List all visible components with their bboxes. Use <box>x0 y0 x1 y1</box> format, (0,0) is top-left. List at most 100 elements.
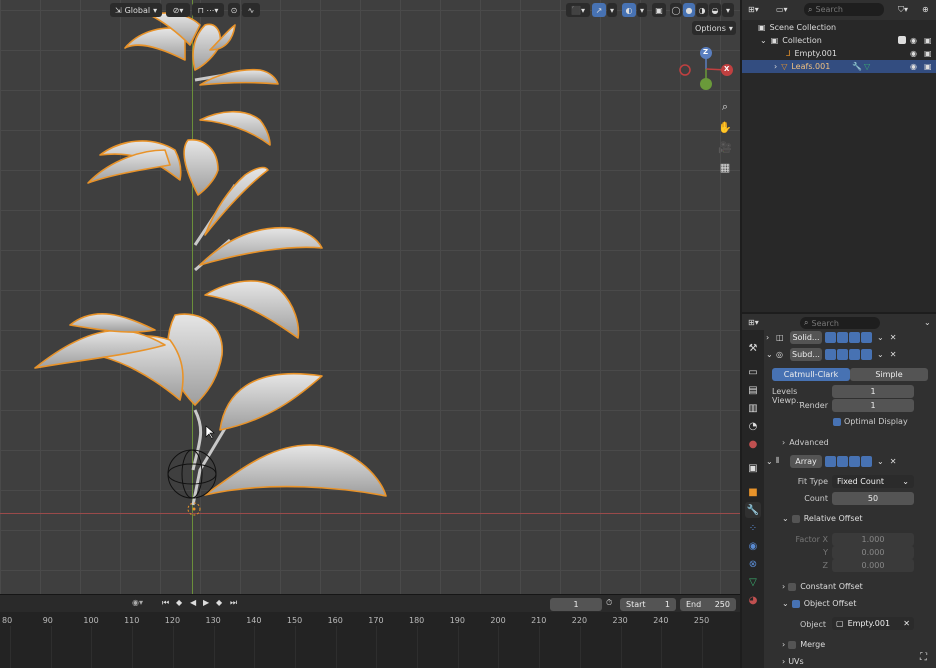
cage-icon[interactable] <box>837 331 848 343</box>
outliner-scene-collection[interactable]: ▣ Scene Collection <box>742 21 936 34</box>
eye-icon[interactable]: ◉ <box>910 62 917 71</box>
modifier-name-field[interactable]: Array <box>790 454 822 468</box>
overlays-toggle[interactable]: ◐ <box>622 3 636 17</box>
editor-type-icon[interactable]: ⊞▾ <box>748 318 759 327</box>
viewport-display-icon[interactable] <box>849 455 860 467</box>
shading-material[interactable]: ◑ <box>696 3 708 17</box>
falloff-dropdown[interactable]: ∿ <box>242 3 260 17</box>
fit-type-dropdown[interactable]: Fixed Count ⌄ <box>832 475 914 488</box>
play-reverse-icon[interactable]: ◀ <box>190 598 196 607</box>
display-mode-icon[interactable]: ▭▾ <box>776 5 788 14</box>
editor-type-icon[interactable]: ⊞▾ <box>748 5 759 14</box>
3d-viewport[interactable]: ⇲ Global ▾ ⊘▾ ⊓ ⋯▾ ⊙ ∿ ⬛▾ ↗ ▾ ◐ ▾ ▣ ◯ ● … <box>0 0 740 594</box>
chevron-right-icon[interactable]: › <box>766 333 776 342</box>
gizmo-dropdown[interactable]: ▾ <box>607 3 617 17</box>
viewport-display-icon[interactable] <box>849 331 860 343</box>
constant-offset-checkbox[interactable] <box>788 582 797 591</box>
tab-data[interactable]: ▽ <box>745 574 761 590</box>
tab-world[interactable]: ● <box>745 436 761 452</box>
ortho-toggle-button[interactable]: ▦ <box>716 158 734 176</box>
tab-modifiers[interactable]: 🔧 <box>745 502 761 518</box>
proportional-edit-toggle[interactable]: ⊙ <box>228 3 240 17</box>
eye-icon[interactable]: ◉ <box>910 36 917 45</box>
camera-render-icon[interactable]: ▣ <box>924 62 932 71</box>
tab-object[interactable]: ■ <box>745 484 761 500</box>
close-icon[interactable]: ✕ <box>890 350 897 359</box>
object-offset-subpanel[interactable]: ⌄ Object Offset <box>782 599 856 608</box>
merge-checkbox[interactable] <box>788 640 797 649</box>
shading-dropdown[interactable]: ▾ <box>722 3 734 17</box>
offset-object-field[interactable]: ▢ Empty.001 ✕ <box>832 617 914 630</box>
pan-button[interactable]: ✋ <box>716 118 734 136</box>
factor-z-field[interactable]: 0.000 <box>832 559 914 572</box>
chevron-down-icon[interactable]: ⌄ <box>877 457 884 466</box>
new-collection-icon[interactable]: ⊕ <box>922 5 929 14</box>
gizmo-toggle[interactable]: ↗ <box>592 3 606 17</box>
tab-view-layer[interactable]: ▥ <box>745 400 761 416</box>
shading-rendered[interactable]: ◒ <box>709 3 721 17</box>
modifier-name-field[interactable]: Subd... <box>790 347 822 361</box>
current-frame-field[interactable]: 1 <box>550 598 602 611</box>
tab-scene[interactable]: ◔ <box>745 418 761 434</box>
relative-offset-subpanel[interactable]: ⌄ Relative Offset <box>782 514 863 523</box>
tab-collection[interactable]: ▣ <box>745 460 761 476</box>
orientation-dropdown[interactable]: ⇲ Global ▾ <box>110 3 162 17</box>
object-offset-checkbox[interactable] <box>791 599 800 608</box>
shading-wireframe[interactable]: ◯ <box>670 3 682 17</box>
camera-view-button[interactable]: 🎥 <box>716 138 734 156</box>
edit-mode-icon[interactable] <box>825 348 836 360</box>
camera-render-icon[interactable]: ▣ <box>924 49 932 58</box>
chevron-down-icon[interactable]: ⌄ <box>877 333 884 342</box>
tab-output[interactable]: ▤ <box>745 382 761 398</box>
modifier-array-header[interactable]: ⌄ ⫴ Array ⌄ ✕ <box>766 453 934 469</box>
stopwatch-icon[interactable]: ⏱ <box>606 598 612 608</box>
tab-tool[interactable]: ⚒ <box>745 340 761 356</box>
constant-offset-subpanel[interactable]: › Constant Offset <box>782 582 863 591</box>
levels-viewport-field[interactable]: 1 <box>832 385 914 398</box>
viewport-display-icon[interactable] <box>849 348 860 360</box>
chevron-down-icon[interactable]: ⌄ <box>924 318 931 327</box>
render-levels-field[interactable]: 1 <box>832 399 914 412</box>
simple-button[interactable]: Simple <box>850 368 928 381</box>
shading-solid[interactable]: ● <box>683 3 695 17</box>
end-frame-field[interactable]: End 250 <box>680 598 736 611</box>
leaf-plant-object[interactable] <box>0 0 740 594</box>
optimal-display-checkbox[interactable] <box>833 418 841 426</box>
camera-render-icon[interactable]: ▣ <box>924 36 932 45</box>
render-camera-icon[interactable] <box>861 348 872 360</box>
properties-search-input[interactable]: ⌕ Search <box>800 317 880 329</box>
modifier-solidify-header[interactable]: › ◫ Solid... ⌄ ✕ <box>766 329 934 345</box>
merge-subpanel[interactable]: › Merge <box>782 640 825 649</box>
outliner-leafs[interactable]: › ▽ Leafs.001 🔧 ▽ ◉ ▣ <box>742 60 936 73</box>
chevron-down-icon[interactable]: ⌄ <box>877 350 884 359</box>
uvs-subpanel[interactable]: › UVs <box>782 657 804 666</box>
chevron-down-icon[interactable]: ⌄ <box>766 457 776 466</box>
timeline-area[interactable]: 80 90 100 110 120 130 140 150 160 170 180 190 200 210… <box>0 612 740 668</box>
next-keyframe-icon[interactable]: ◆ <box>216 598 222 607</box>
options-dropdown[interactable]: Options ▾ <box>692 21 736 35</box>
prev-keyframe-icon[interactable]: ◆ <box>176 598 182 607</box>
close-icon[interactable]: ✕ <box>890 333 897 342</box>
modifier-subdivision-header[interactable]: ⌄ ◎ Subd... ⌄ ✕ <box>766 346 934 362</box>
factor-x-field[interactable]: 1.000 <box>832 533 914 546</box>
visibility-dropdown[interactable]: ⬛▾ <box>566 3 590 17</box>
start-frame-field[interactable]: Start 1 <box>620 598 676 611</box>
filter-icon[interactable]: ⛉▾ <box>898 5 908 15</box>
render-camera-icon[interactable] <box>861 455 872 467</box>
close-icon[interactable]: ✕ <box>903 619 910 628</box>
close-icon[interactable]: ✕ <box>890 457 897 466</box>
advanced-subpanel[interactable]: › Advanced <box>782 438 829 447</box>
outliner-collection[interactable]: ⌄ ▣ Collection ◉ ▣ <box>742 34 936 47</box>
edit-mode-icon[interactable] <box>825 455 836 467</box>
outliner-search-input[interactable]: ⌕ Search <box>804 3 884 16</box>
modifier-name-field[interactable]: Solid... <box>790 330 822 344</box>
cage-icon[interactable] <box>837 455 848 467</box>
cage-icon[interactable] <box>837 348 848 360</box>
jump-end-icon[interactable]: ⏭ <box>230 598 237 608</box>
tab-particles[interactable]: ⁘ <box>745 520 761 536</box>
render-camera-icon[interactable] <box>861 331 872 343</box>
outliner-empty[interactable]: ⅃ Empty.001 ◉ ▣ <box>742 47 936 60</box>
exclude-checkbox[interactable] <box>898 36 906 44</box>
snap-toggle[interactable]: ⊓ ⋯▾ <box>192 3 224 17</box>
overlays-dropdown[interactable]: ▾ <box>637 3 647 17</box>
